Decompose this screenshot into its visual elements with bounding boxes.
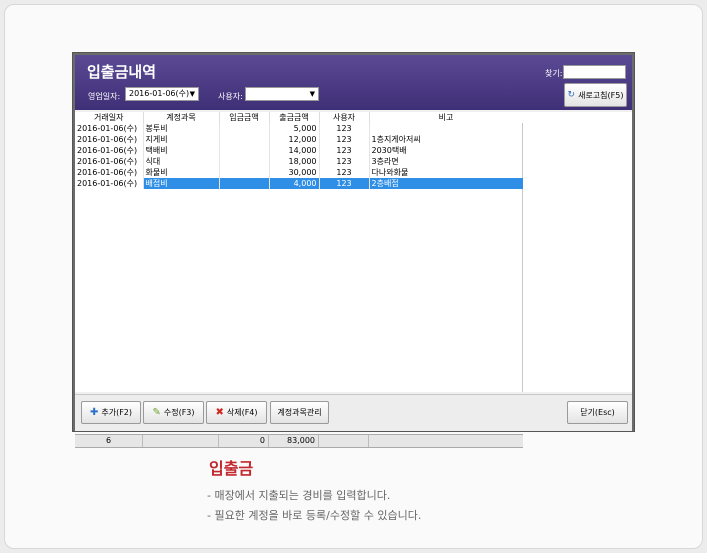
plus-icon: ✚ [89, 407, 99, 418]
col-user[interactable]: 사용자 [319, 112, 370, 123]
total-user-blank [319, 435, 369, 447]
cell-account: 지게비 [143, 134, 220, 145]
transactions-table: 거래일자 계정과목 입금금액 출금금액 사용자 비고 2016-01-06(수)… [75, 112, 524, 189]
cell-date: 2016-01-06(수) [75, 123, 144, 134]
accounts-button[interactable]: 계정과목관리 [270, 401, 329, 424]
chevron-down-icon: ▼ [189, 90, 195, 98]
col-note[interactable]: 비고 [369, 112, 524, 123]
cell-account: 택배비 [143, 145, 220, 156]
total-count: 6 [75, 435, 143, 447]
cell-account: 봉투비 [143, 123, 220, 134]
cell-date: 2016-01-06(수) [75, 167, 144, 178]
button-bar: ✚ 추가(F2) ✎ 수정(F3) ✖ 삭제(F4) 계정과목관리 닫기(Esc… [75, 394, 632, 431]
table-row[interactable]: 2016-01-06(수) 봉투비 5,000 123 [75, 123, 524, 134]
transactions-grid[interactable]: 거래일자 계정과목 입금금액 출금금액 사용자 비고 2016-01-06(수)… [75, 112, 524, 448]
caption-line-1: - 매장에서 지출되는 경비를 입력합니다. [207, 489, 391, 502]
cell-deposit [219, 178, 270, 189]
total-note-blank [369, 435, 523, 447]
pencil-icon: ✎ [152, 407, 161, 418]
table-row-selected[interactable]: 2016-01-06(수) 배접비 4,000 123 2층배접 [75, 178, 524, 189]
cell-user: 123 [319, 167, 370, 178]
cell-note: 다나와화물 [369, 167, 524, 178]
cell-withdraw: 4,000 [269, 178, 320, 189]
refresh-button[interactable]: ↻ 새로고침(F5) [564, 83, 627, 107]
date-select[interactable]: 2016-01-06(수) ▼ [125, 87, 199, 101]
window-title: 입출금내역 [87, 63, 157, 81]
user-select[interactable]: ▼ [245, 87, 319, 101]
date-label: 영업일자: [88, 92, 121, 101]
cell-withdraw: 18,000 [269, 156, 320, 167]
close-button[interactable]: 닫기(Esc) [567, 401, 628, 424]
cell-user: 123 [319, 123, 370, 134]
cell-date: 2016-01-06(수) [75, 178, 144, 189]
add-button[interactable]: ✚ 추가(F2) [81, 401, 141, 424]
col-deposit[interactable]: 입금금액 [219, 112, 270, 123]
col-withdraw[interactable]: 출금금액 [269, 112, 320, 123]
cell-withdraw: 12,000 [269, 134, 320, 145]
grid-empty-area [523, 112, 632, 392]
table-row[interactable]: 2016-01-06(수) 지게비 12,000 123 1층지게아저씨 [75, 134, 524, 145]
cell-deposit [219, 123, 270, 134]
table-row[interactable]: 2016-01-06(수) 택배비 14,000 123 2030택배 [75, 145, 524, 156]
cell-user: 123 [319, 178, 370, 189]
cell-deposit [219, 156, 270, 167]
cell-date: 2016-01-06(수) [75, 156, 144, 167]
delete-label: 삭제(F4) [226, 408, 258, 417]
cell-date: 2016-01-06(수) [75, 134, 144, 145]
cell-note: 2층배접 [369, 178, 524, 189]
cell-user: 123 [319, 134, 370, 145]
cell-date: 2016-01-06(수) [75, 145, 144, 156]
cell-withdraw: 5,000 [269, 123, 320, 134]
close-icon: ✖ [215, 407, 224, 418]
cell-withdraw: 14,000 [269, 145, 320, 156]
cell-note: 1층지게아저씨 [369, 134, 524, 145]
cell-deposit [219, 134, 270, 145]
refresh-label: 새로고침(F5) [578, 90, 624, 100]
accounts-label: 계정과목관리 [277, 408, 322, 417]
close-label: 닫기(Esc) [580, 408, 615, 417]
caption-title: 입출금 [209, 459, 254, 478]
edit-button[interactable]: ✎ 수정(F3) [143, 401, 204, 424]
cell-user: 123 [319, 156, 370, 167]
chevron-down-icon: ▼ [309, 90, 315, 98]
cell-withdraw: 30,000 [269, 167, 320, 178]
caption-line-2: - 필요한 계정을 바로 등록/수정할 수 있습니다. [207, 509, 422, 522]
user-label: 사용자: [218, 92, 243, 101]
window-header: 입출금내역 찾기: 영업일자: 2016-01-06(수) ▼ 사용자: ▼ ↻… [75, 55, 632, 110]
find-label: 찾기: [545, 69, 563, 78]
totals-row: 6 0 83,000 [75, 434, 523, 448]
total-deposit: 0 [219, 435, 269, 447]
cell-note: 2030택배 [369, 145, 524, 156]
app-window: 입출금내역 찾기: 영업일자: 2016-01-06(수) ▼ 사용자: ▼ ↻… [72, 52, 635, 448]
window-body: 입출금내역 찾기: 영업일자: 2016-01-06(수) ▼ 사용자: ▼ ↻… [75, 55, 632, 448]
table-row[interactable]: 2016-01-06(수) 식대 18,000 123 3층라면 [75, 156, 524, 167]
cell-deposit [219, 145, 270, 156]
cell-note [369, 123, 524, 134]
cell-deposit [219, 167, 270, 178]
table-header: 거래일자 계정과목 입금금액 출금금액 사용자 비고 [75, 112, 524, 123]
total-withdraw: 83,000 [269, 435, 319, 447]
refresh-icon: ↻ [567, 90, 576, 100]
cell-account: 식대 [143, 156, 220, 167]
col-date[interactable]: 거래일자 [75, 112, 144, 123]
cell-account: 화물비 [143, 167, 220, 178]
cell-user: 123 [319, 145, 370, 156]
col-account[interactable]: 계정과목 [143, 112, 220, 123]
cell-account: 배접비 [143, 178, 220, 189]
find-input[interactable] [563, 65, 626, 79]
date-value: 2016-01-06(수) [129, 89, 190, 98]
total-account-blank [143, 435, 219, 447]
add-label: 추가(F2) [101, 408, 133, 417]
edit-label: 수정(F3) [163, 408, 195, 417]
delete-button[interactable]: ✖ 삭제(F4) [206, 401, 267, 424]
cell-note: 3층라면 [369, 156, 524, 167]
table-row[interactable]: 2016-01-06(수) 화물비 30,000 123 다나와화물 [75, 167, 524, 178]
